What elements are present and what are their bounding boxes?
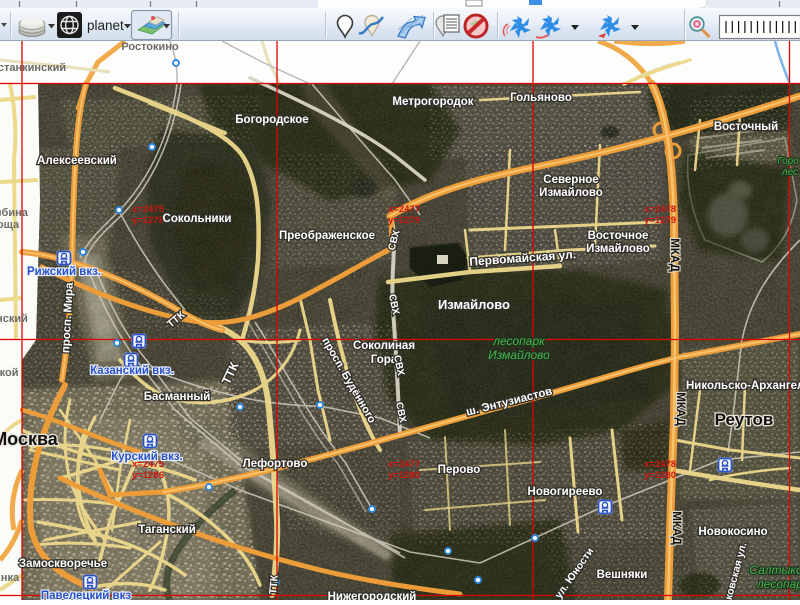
svg-text:Сокольники: Сокольники: [163, 213, 232, 225]
svg-text:Измайлово: Измайлово: [586, 243, 650, 255]
svg-text:Метрогородок: Метрогородок: [392, 96, 473, 108]
svg-text:x=2478: x=2478: [644, 204, 676, 215]
svg-text:Замоскворечье: Замоскворечье: [19, 558, 107, 570]
svg-text:y=1286: y=1286: [132, 470, 164, 481]
svg-text:Павелецкий вкз: Павелецкий вкз: [41, 590, 132, 600]
svg-text:Курский вкз.: Курский вкз.: [111, 451, 183, 463]
svg-text:Восточное: Восточное: [588, 230, 649, 242]
svg-text:x=2478: x=2478: [644, 459, 676, 470]
svg-text:Перово: Перово: [438, 464, 481, 476]
svg-text:Измайлово: Измайлово: [488, 348, 550, 362]
svg-text:y=1279: y=1279: [644, 215, 676, 226]
svg-text:Преображенское: Преображенское: [279, 230, 375, 242]
svg-text:Реутов: Реутов: [715, 410, 774, 429]
svg-text:Богородское: Богородское: [235, 114, 308, 126]
svg-text:Восточный: Восточный: [714, 121, 778, 133]
svg-text:лесопарк: лесопарк: [492, 334, 546, 348]
svg-text:ской: ской: [0, 367, 18, 379]
svg-text:Вешняки: Вешняки: [597, 569, 648, 581]
svg-text:ТТК: ТТК: [267, 574, 281, 595]
svg-text:Новокосино: Новокосино: [698, 526, 767, 538]
svg-text:planet: planet: [87, 18, 124, 33]
svg-text:Рижский вкз.: Рижский вкз.: [27, 266, 101, 278]
svg-text:Нижегородский: Нижегородский: [328, 591, 417, 600]
svg-text:y=1280: y=1280: [388, 470, 420, 481]
svg-text:y=1278: y=1278: [132, 215, 164, 226]
svg-text:Новогиреево: Новогиреево: [528, 486, 603, 498]
svg-text:x=2475: x=2475: [132, 204, 165, 215]
svg-text:Казанский вкз.: Казанский вкз.: [90, 365, 174, 377]
svg-text:Лефортово: Лефортово: [243, 458, 308, 470]
svg-text:Горо: Горо: [777, 156, 799, 167]
svg-text:лес: лес: [781, 167, 798, 178]
svg-text:y=1280: y=1280: [644, 470, 676, 481]
svg-text:Соколиная: Соколиная: [353, 340, 415, 352]
svg-text:x=2477: x=2477: [388, 459, 420, 470]
svg-text:x=2477: x=2477: [388, 204, 420, 215]
svg-text:y=1279: y=1279: [388, 215, 420, 226]
svg-text:МКАД: МКАД: [670, 511, 682, 545]
svg-text:Таганский: Таганский: [138, 524, 196, 536]
svg-text:Гольяново: Гольяново: [510, 92, 572, 104]
svg-text:Измайлово: Измайлово: [438, 297, 510, 312]
svg-text:МКАД: МКАД: [668, 238, 680, 272]
svg-text:станкинский: станкинский: [0, 62, 66, 74]
svg-text:Алексеевский: Алексеевский: [37, 155, 117, 167]
svg-text:Никольско-Архангельское: Никольско-Архангельское: [686, 380, 800, 392]
svg-text:ыбина: ыбина: [0, 207, 29, 219]
svg-text:нка: нка: [1, 572, 20, 584]
svg-text:Северное: Северное: [543, 174, 598, 186]
svg-text:Салтыко: Салтыко: [749, 563, 800, 577]
svg-text:нский: нский: [0, 313, 28, 325]
svg-text:Москва: Москва: [0, 429, 59, 449]
svg-text:лесопар: лесопар: [756, 577, 800, 591]
svg-text:Басманный: Басманный: [144, 391, 211, 403]
svg-text:Ростокино: Ростокино: [121, 41, 179, 53]
svg-text:Измайлово: Измайлово: [539, 187, 603, 199]
svg-text:МКАД: МКАД: [674, 392, 686, 426]
svg-text:оща: оща: [0, 219, 20, 231]
